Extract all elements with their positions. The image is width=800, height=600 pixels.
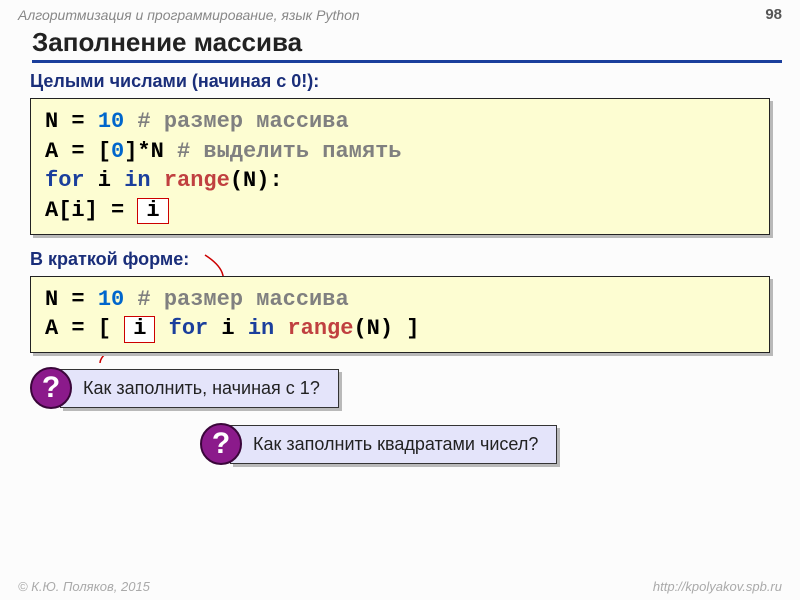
code-line: A = [ i for i in range(N) ] — [45, 314, 755, 344]
code-block-1: N = 10 # размер массива A = [0]*N # выде… — [30, 98, 770, 235]
question-1-text: Как заполнить, начиная с 1? — [60, 369, 339, 408]
code-line: for i in range(N): — [45, 166, 755, 196]
page-number: 98 — [765, 6, 782, 23]
highlight-i-2: i — [124, 316, 155, 342]
question-mark-icon: ? — [200, 423, 242, 465]
code-line: A = [0]*N # выделить память — [45, 137, 755, 167]
question-2: ? Как заполнить квадратами чисел? — [200, 423, 770, 465]
question-1: ? Как заполнить, начиная с 1? — [30, 367, 770, 409]
question-mark-icon: ? — [30, 367, 72, 409]
page-title: Заполнение массива — [32, 27, 782, 63]
code-line: A[i] = i — [45, 196, 755, 226]
block1-caption: Целыми числами (начиная с 0!): — [30, 71, 770, 92]
code-line: N = 10 # размер массива — [45, 285, 755, 315]
highlight-i-1: i — [137, 198, 168, 224]
footer-copyright: © К.Ю. Поляков, 2015 — [18, 579, 150, 594]
code-line: N = 10 # размер массива — [45, 107, 755, 137]
code-block-2: N = 10 # размер массива A = [ i for i in… — [30, 276, 770, 353]
course-label: Алгоритмизация и программирование, язык … — [18, 7, 360, 23]
block2-caption: В краткой форме: — [30, 249, 770, 270]
question-2-text: Как заполнить квадратами чисел? — [230, 425, 557, 464]
footer-url: http://kpolyakov.spb.ru — [653, 579, 782, 594]
